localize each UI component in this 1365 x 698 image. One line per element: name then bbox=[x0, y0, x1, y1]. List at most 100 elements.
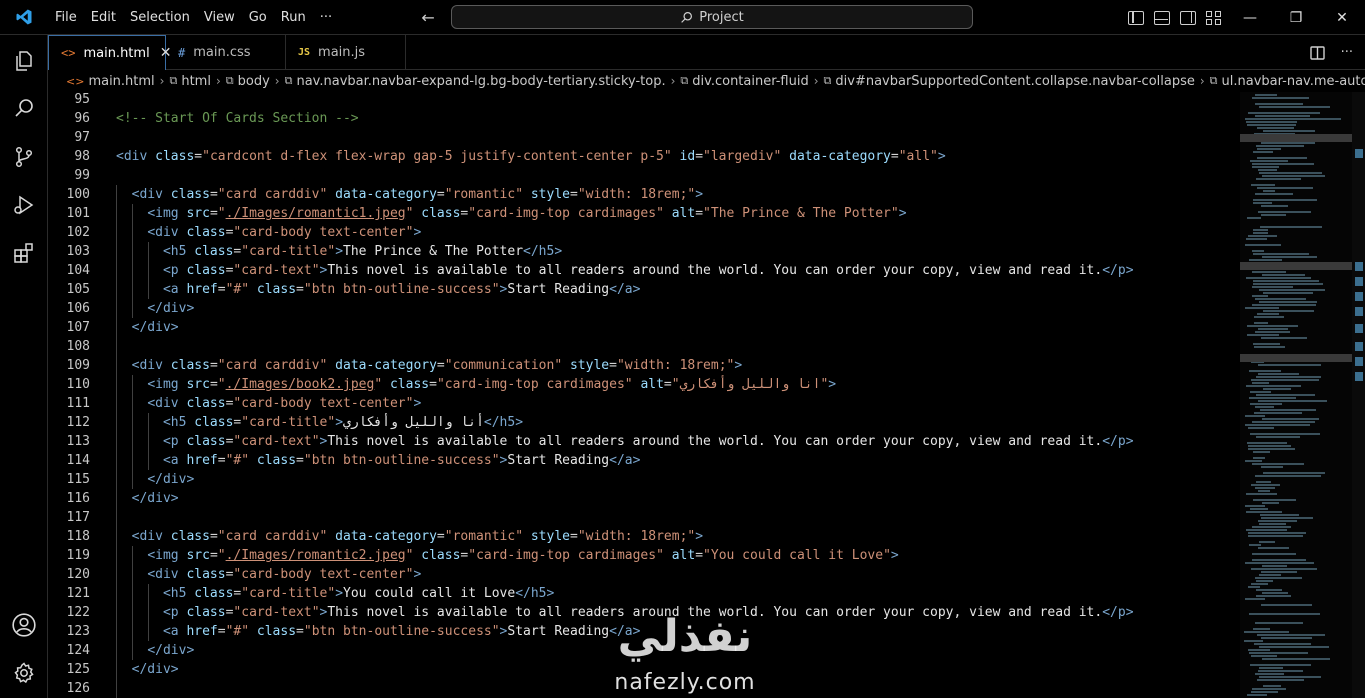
code-line[interactable]: 98 <div class="cardcont d-flex flex-wrap … bbox=[48, 147, 1240, 166]
code-line[interactable]: 110 <img src="./Images/book2.jpeg" class… bbox=[48, 375, 1240, 394]
code-line[interactable]: 96 <!-- Start Of Cards Section --> bbox=[48, 109, 1240, 128]
scrollbar-marker bbox=[1355, 342, 1363, 351]
toggle-panel-icon[interactable] bbox=[1154, 10, 1170, 25]
breadcrumb-item-nav[interactable]: ⧉ nav.navbar.navbar-expand-lg.bg-body-ter… bbox=[285, 74, 666, 89]
menu-run[interactable]: Run bbox=[274, 0, 313, 35]
split-editor-icon[interactable] bbox=[1309, 45, 1325, 60]
menu-selection[interactable]: Selection bbox=[123, 0, 197, 35]
vscode-logo-icon[interactable] bbox=[0, 0, 48, 35]
minimap-line bbox=[1245, 505, 1265, 507]
vertical-scrollbar[interactable] bbox=[1352, 92, 1365, 698]
extensions-icon[interactable] bbox=[0, 229, 48, 277]
minimap-line bbox=[1255, 331, 1290, 333]
code-line[interactable]: 111 <div class="card-body text-center"> bbox=[48, 394, 1240, 413]
code-line[interactable]: 113 <p class="card-text">This novel is a… bbox=[48, 432, 1240, 451]
code-line[interactable]: 114 <a href="#" class="btn btn-outline-s… bbox=[48, 451, 1240, 470]
run-debug-icon[interactable] bbox=[0, 181, 48, 229]
breadcrumb-item-body[interactable]: ⧉ body bbox=[226, 74, 270, 89]
element-icon: ⧉ bbox=[284, 74, 293, 87]
code-line[interactable]: 99 bbox=[48, 166, 1240, 185]
code-line[interactable]: 107 </div> bbox=[48, 318, 1240, 337]
minimap-line bbox=[1258, 364, 1321, 366]
code-line[interactable]: 101 <img src="./Images/romantic1.jpeg" c… bbox=[48, 204, 1240, 223]
chevron-right-icon: › bbox=[1199, 74, 1205, 88]
command-center-search[interactable]: Project bbox=[451, 5, 973, 29]
minimap-line bbox=[1246, 238, 1267, 240]
menu-file[interactable]: File bbox=[48, 0, 84, 35]
code-line[interactable]: 117 bbox=[48, 508, 1240, 527]
code-line[interactable]: 103 <h5 class="card-title">The Prince & … bbox=[48, 242, 1240, 261]
close-icon[interactable]: ✕ bbox=[1319, 0, 1365, 35]
minimap-line bbox=[1261, 637, 1312, 639]
minimap-line bbox=[1252, 166, 1279, 168]
menu-more[interactable]: ··· bbox=[313, 0, 339, 35]
minimap-line bbox=[1257, 148, 1281, 150]
code-line[interactable]: 104 <p class="card-text">This novel is a… bbox=[48, 261, 1240, 280]
accounts-icon[interactable] bbox=[0, 601, 48, 649]
minimap-line bbox=[1256, 436, 1300, 438]
minimap-line bbox=[1261, 604, 1312, 606]
code-line[interactable]: 108 bbox=[48, 337, 1240, 356]
code-text: <h5 class="card-title">أنا والليل وأفكار… bbox=[162, 415, 524, 430]
restore-icon[interactable]: ❐ bbox=[1273, 0, 1319, 35]
minimap-line bbox=[1255, 622, 1303, 624]
toggle-primary-sidebar-icon[interactable] bbox=[1128, 10, 1144, 25]
line-number: 96 bbox=[74, 111, 90, 126]
minimap-line bbox=[1259, 541, 1275, 543]
code-text: <img src="./Images/romantic2.jpeg" class… bbox=[147, 548, 899, 563]
breadcrumb-item-collapse[interactable]: ⧉ div#navbarSupportedContent.collapse.nav… bbox=[824, 74, 1195, 89]
code-line[interactable]: 106 </div> bbox=[48, 299, 1240, 318]
code-line[interactable]: 116 </div> bbox=[48, 489, 1240, 508]
search-icon[interactable] bbox=[0, 85, 48, 133]
breadcrumb-item-ul[interactable]: ⧉ul.navbar-nav.me-auto.mb-2.mb-lg-0 bbox=[1210, 74, 1365, 89]
code-line[interactable]: 119 <img src="./Images/romantic2.jpeg" c… bbox=[48, 546, 1240, 565]
code-text: </div> bbox=[131, 320, 179, 335]
breadcrumb-item-html[interactable]: ⧉ html bbox=[169, 74, 210, 89]
menu-view[interactable]: View bbox=[197, 0, 242, 35]
scrollbar-marker bbox=[1355, 262, 1363, 271]
breadcrumb-item-file[interactable]: <> main.html bbox=[66, 74, 155, 89]
code-line[interactable]: 102 <div class="card-body text-center"> bbox=[48, 223, 1240, 242]
customize-layout-icon[interactable] bbox=[1206, 10, 1222, 25]
back-arrow-icon[interactable]: ← bbox=[417, 8, 439, 27]
minimap-line bbox=[1258, 373, 1299, 375]
minimap-line bbox=[1258, 547, 1289, 549]
settings-gear-icon[interactable] bbox=[0, 649, 48, 697]
code-line[interactable]: 105 <a href="#" class="btn btn-outline-s… bbox=[48, 280, 1240, 299]
code-line[interactable]: 109 <div class="card carddiv" data-categ… bbox=[48, 356, 1240, 375]
chevron-right-icon: › bbox=[159, 74, 165, 88]
code-line[interactable]: 121 <h5 class="card-title">You could cal… bbox=[48, 584, 1240, 603]
minimap-line bbox=[1259, 667, 1283, 669]
minimap-line bbox=[1257, 157, 1307, 159]
minimap-line bbox=[1248, 112, 1320, 114]
code-line[interactable]: 120 <div class="card-body text-center"> bbox=[48, 565, 1240, 584]
menu-go[interactable]: Go bbox=[242, 0, 274, 35]
tab-main-css[interactable]: # main.css bbox=[166, 35, 286, 70]
tab-main-js[interactable]: JS main.js bbox=[286, 35, 406, 70]
code-line[interactable]: 100 <div class="card carddiv" data-categ… bbox=[48, 185, 1240, 204]
code-text: </div> bbox=[131, 662, 179, 677]
code-line[interactable]: 115 </div> bbox=[48, 470, 1240, 489]
tab-main-html[interactable]: <> main.html ✕ bbox=[48, 35, 171, 70]
html-file-icon: <> bbox=[66, 74, 85, 88]
menu-edit[interactable]: Edit bbox=[84, 0, 123, 35]
more-actions-icon[interactable]: ··· bbox=[1341, 45, 1353, 60]
minimap-line bbox=[1253, 457, 1265, 459]
minimap[interactable] bbox=[1240, 92, 1352, 698]
toggle-secondary-sidebar-icon[interactable] bbox=[1180, 10, 1196, 25]
tab-actions: ··· bbox=[1309, 35, 1365, 70]
source-control-icon[interactable] bbox=[0, 133, 48, 181]
minimize-icon[interactable]: — bbox=[1227, 0, 1273, 35]
scrollbar-marker bbox=[1355, 372, 1363, 381]
indent-guide bbox=[132, 546, 133, 660]
code-editor[interactable]: 95 96 <!-- Start Of Cards Section --> 97 98 <… bbox=[48, 92, 1240, 698]
explorer-icon[interactable] bbox=[0, 37, 48, 85]
code-line[interactable]: 95 bbox=[48, 92, 1240, 109]
minimap-line bbox=[1263, 130, 1315, 132]
minimap-line bbox=[1257, 634, 1325, 636]
code-line[interactable]: 97 bbox=[48, 128, 1240, 147]
breadcrumb-item-container[interactable]: ⧉ div.container-fluid bbox=[680, 74, 808, 89]
code-text: <div class="card-body text-center"> bbox=[147, 396, 422, 411]
code-line[interactable]: 112 <h5 class="card-title">أنا والليل وأ… bbox=[48, 413, 1240, 432]
code-line[interactable]: 118 <div class="card carddiv" data-categ… bbox=[48, 527, 1240, 546]
